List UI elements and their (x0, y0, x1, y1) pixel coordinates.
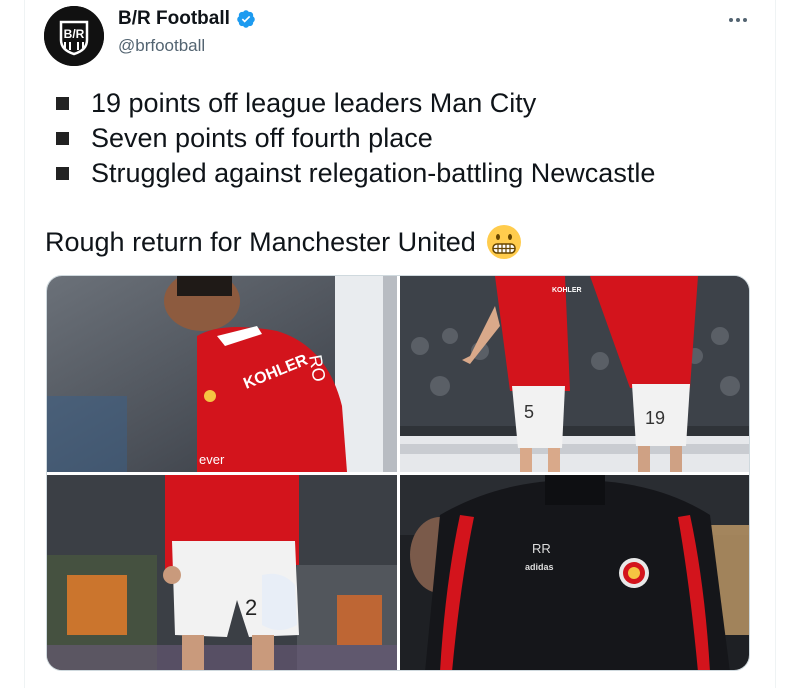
list-item: Struggled against relegation-battling Ne… (54, 156, 655, 191)
author-name-row[interactable]: B/R Football (118, 8, 256, 30)
list-item: Seven points off fourth place (54, 121, 655, 156)
square-bullet-icon (56, 97, 69, 110)
photo-top-right[interactable]: 5 19 KOHLER (400, 276, 749, 472)
verified-badge-icon (237, 10, 255, 28)
svg-text:B/R: B/R (64, 27, 85, 41)
author-avatar[interactable]: B/R (44, 6, 104, 66)
svg-text:2: 2 (245, 595, 257, 620)
square-bullet-icon (56, 132, 69, 145)
svg-text:adidas: adidas (525, 562, 554, 572)
svg-text:5: 5 (524, 402, 534, 422)
author-display-name[interactable]: B/R Football (118, 8, 230, 30)
tweet-media-grid[interactable]: KOHLER RO ever 5 19 KOHLER 2 RR adidas (46, 275, 750, 671)
photo-bottom-right[interactable]: RR adidas (400, 475, 749, 670)
svg-text:RR: RR (532, 541, 551, 556)
author-handle[interactable]: @brfootball (118, 36, 205, 56)
svg-text:ever: ever (199, 452, 225, 467)
grimacing-face-emoji (486, 225, 521, 259)
tweet-bullet-list: 19 points off league leaders Man City Se… (54, 86, 655, 191)
more-options-button[interactable] (724, 8, 752, 32)
photo-top-left[interactable]: KOHLER RO ever (47, 276, 397, 472)
more-options-icon (729, 18, 733, 22)
svg-text:KOHLER: KOHLER (552, 287, 582, 294)
list-item: 19 points off league leaders Man City (54, 86, 655, 121)
tweet-text: Rough return for Manchester United (45, 224, 522, 260)
br-logo-icon: B/R (44, 6, 104, 66)
photo-bottom-left[interactable]: 2 (47, 475, 397, 670)
svg-text:19: 19 (645, 408, 665, 428)
square-bullet-icon (56, 167, 69, 180)
